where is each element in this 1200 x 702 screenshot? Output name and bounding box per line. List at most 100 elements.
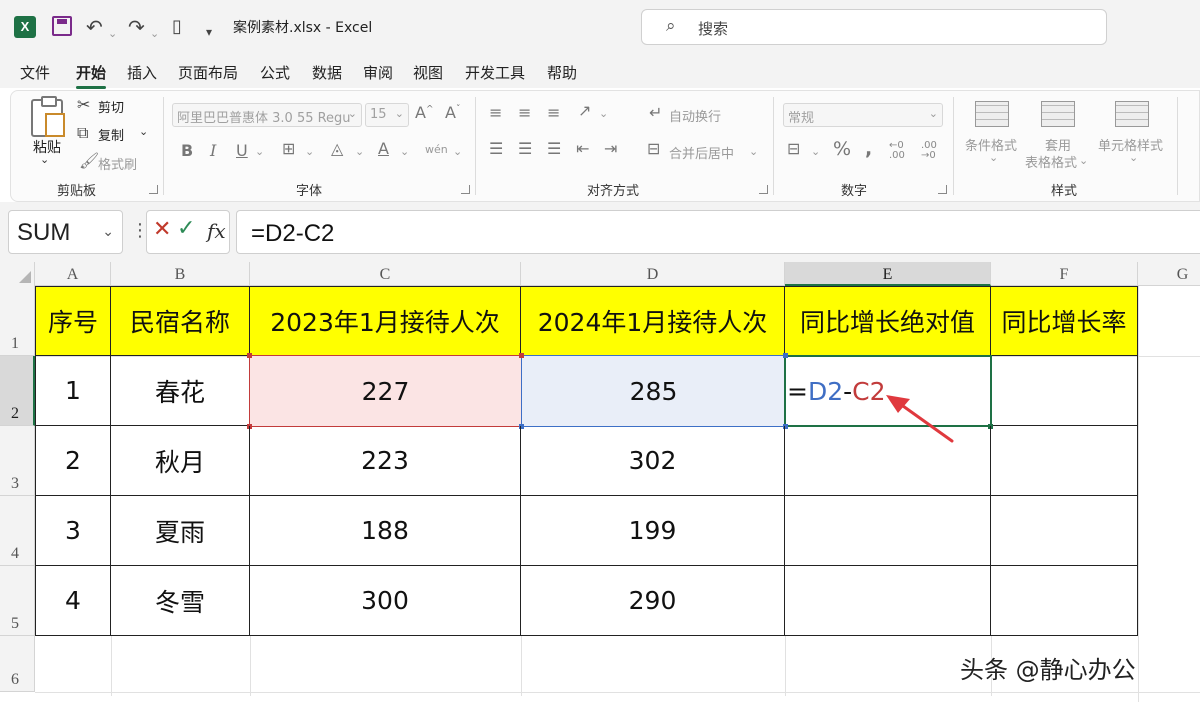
- table-cell[interactable]: 300: [250, 566, 521, 636]
- fill-color-dropdown-icon[interactable]: ⌄: [355, 145, 364, 158]
- redo-icon[interactable]: ↷: [128, 15, 145, 39]
- table-cell[interactable]: 302: [521, 426, 785, 496]
- header-cell-2024[interactable]: 2024年1月接待人次: [521, 286, 785, 356]
- comma-style-icon[interactable]: ,: [865, 138, 872, 160]
- worksheet-grid[interactable]: A B C D E F G 1 2 3 4 5 6 序号 民宿名称 2023年1…: [0, 262, 1200, 702]
- column-header-c[interactable]: C: [250, 262, 521, 286]
- format-painter-button[interactable]: 格式刷: [98, 154, 137, 173]
- undo-icon[interactable]: ↶: [86, 15, 103, 39]
- tab-insert[interactable]: 插入: [127, 62, 157, 83]
- customize-toolbar-icon[interactable]: ▾: [206, 20, 212, 44]
- insert-function-icon[interactable]: fx: [207, 219, 226, 243]
- align-left-icon[interactable]: ☰: [489, 139, 503, 158]
- row-header-5[interactable]: 5: [0, 566, 35, 636]
- header-cell-2023[interactable]: 2023年1月接待人次: [250, 286, 521, 356]
- row-header-6[interactable]: 6: [0, 636, 35, 692]
- search-box[interactable]: ⌕ 搜索: [641, 9, 1107, 45]
- merge-center-icon[interactable]: ⊟: [647, 139, 660, 158]
- tab-formulas[interactable]: 公式: [260, 62, 290, 83]
- table-cell[interactable]: [785, 566, 991, 636]
- table-cell[interactable]: 2: [35, 426, 111, 496]
- undo-dropdown-icon[interactable]: ⌄: [108, 22, 117, 46]
- increase-decimal-icon[interactable]: ←0.00: [889, 141, 905, 161]
- underline-icon[interactable]: U: [236, 141, 248, 160]
- cell-styles-icon[interactable]: [1115, 101, 1149, 127]
- number-format-select[interactable]: 常规 ⌄: [783, 103, 943, 127]
- bold-icon[interactable]: B: [181, 141, 193, 160]
- table-cell[interactable]: 4: [35, 566, 111, 636]
- format-painter-icon[interactable]: 🖌: [79, 151, 99, 170]
- table-cell[interactable]: [991, 356, 1138, 426]
- decrease-font-icon[interactable]: Aˇ: [445, 103, 460, 122]
- tab-file[interactable]: 文件: [20, 62, 50, 83]
- orientation-dropdown-icon[interactable]: ⌄: [599, 107, 608, 120]
- copy-icon[interactable]: ⧉: [77, 123, 88, 143]
- table-cell[interactable]: 冬雪: [111, 566, 250, 636]
- cell-styles-dropdown-icon[interactable]: ⌄: [1129, 151, 1138, 164]
- format-as-table-icon[interactable]: [1041, 101, 1075, 127]
- paste-icon[interactable]: [31, 96, 65, 137]
- italic-icon[interactable]: I: [210, 141, 216, 160]
- wrap-text-icon[interactable]: ↵: [649, 103, 662, 122]
- column-header-a[interactable]: A: [35, 262, 111, 286]
- range-handle[interactable]: [519, 353, 524, 358]
- range-handle[interactable]: [247, 353, 252, 358]
- table-cell[interactable]: 1: [35, 356, 111, 426]
- column-header-g[interactable]: G: [1138, 262, 1200, 286]
- font-size-select[interactable]: 15 ⌄: [365, 103, 409, 127]
- row-header-1[interactable]: 1: [0, 286, 35, 356]
- chevron-down-icon[interactable]: ⌄: [102, 223, 114, 240]
- table-cell[interactable]: 199: [521, 496, 785, 566]
- phonetic-icon[interactable]: wén: [425, 143, 448, 156]
- merge-dropdown-icon[interactable]: ⌄: [749, 145, 758, 158]
- tab-home[interactable]: 开始: [76, 62, 107, 89]
- column-header-b[interactable]: B: [111, 262, 250, 286]
- name-box[interactable]: SUM ⌄: [8, 210, 123, 254]
- align-bottom-icon[interactable]: ≡: [547, 103, 560, 122]
- table-cell[interactable]: 春花: [111, 356, 250, 426]
- enter-icon[interactable]: ✓: [177, 216, 195, 241]
- number-launcher-icon[interactable]: [938, 185, 947, 194]
- merge-center-button[interactable]: 合并后居中: [669, 143, 734, 162]
- cell-c2-referenced[interactable]: 227: [249, 355, 522, 427]
- increase-indent-icon[interactable]: ⇥: [604, 139, 617, 158]
- range-handle[interactable]: [783, 353, 788, 358]
- table-cell[interactable]: 秋月: [111, 426, 250, 496]
- font-launcher-icon[interactable]: [461, 185, 470, 194]
- table-cell[interactable]: 夏雨: [111, 496, 250, 566]
- copy-dropdown-icon[interactable]: ⌄: [139, 125, 148, 138]
- header-cell-index[interactable]: 序号: [35, 286, 111, 356]
- decrease-decimal-icon[interactable]: .00 →0: [921, 141, 937, 161]
- font-color-icon[interactable]: A: [378, 139, 389, 158]
- increase-font-icon[interactable]: A^: [415, 103, 434, 122]
- formula-input[interactable]: =D2-C2: [236, 210, 1200, 254]
- clipboard-launcher-icon[interactable]: [149, 185, 158, 194]
- conditional-format-dropdown-icon[interactable]: ⌄: [989, 151, 998, 164]
- tab-view[interactable]: 视图: [413, 62, 443, 83]
- underline-dropdown-icon[interactable]: ⌄: [255, 145, 264, 158]
- currency-dropdown-icon[interactable]: ⌄: [811, 145, 820, 158]
- copy-button[interactable]: 复制: [98, 125, 124, 144]
- row-header-2[interactable]: 2: [0, 356, 35, 426]
- table-cell[interactable]: [991, 566, 1138, 636]
- header-cell-name[interactable]: 民宿名称: [111, 286, 250, 356]
- redo-dropdown-icon[interactable]: ⌄: [150, 22, 159, 46]
- tab-review[interactable]: 审阅: [363, 62, 393, 83]
- table-cell[interactable]: 290: [521, 566, 785, 636]
- table-cell[interactable]: 188: [250, 496, 521, 566]
- align-right-icon[interactable]: ☰: [547, 139, 561, 158]
- paste-dropdown-icon[interactable]: ⌄: [40, 153, 49, 166]
- decrease-indent-icon[interactable]: ⇤: [576, 139, 589, 158]
- row-header-3[interactable]: 3: [0, 426, 35, 496]
- cell-d2-referenced[interactable]: 285: [521, 355, 786, 427]
- tab-page-layout[interactable]: 页面布局: [178, 62, 238, 83]
- format-as-table-dropdown-icon[interactable]: ⌄: [1079, 154, 1088, 167]
- table-cell[interactable]: [785, 496, 991, 566]
- wrap-text-button[interactable]: 自动换行: [669, 106, 721, 125]
- borders-dropdown-icon[interactable]: ⌄: [305, 145, 314, 158]
- header-cell-growth-rate[interactable]: 同比增长率: [991, 286, 1138, 356]
- alignment-launcher-icon[interactable]: [759, 185, 768, 194]
- align-center-icon[interactable]: ☰: [518, 139, 532, 158]
- row-header-4[interactable]: 4: [0, 496, 35, 566]
- table-cell[interactable]: 223: [250, 426, 521, 496]
